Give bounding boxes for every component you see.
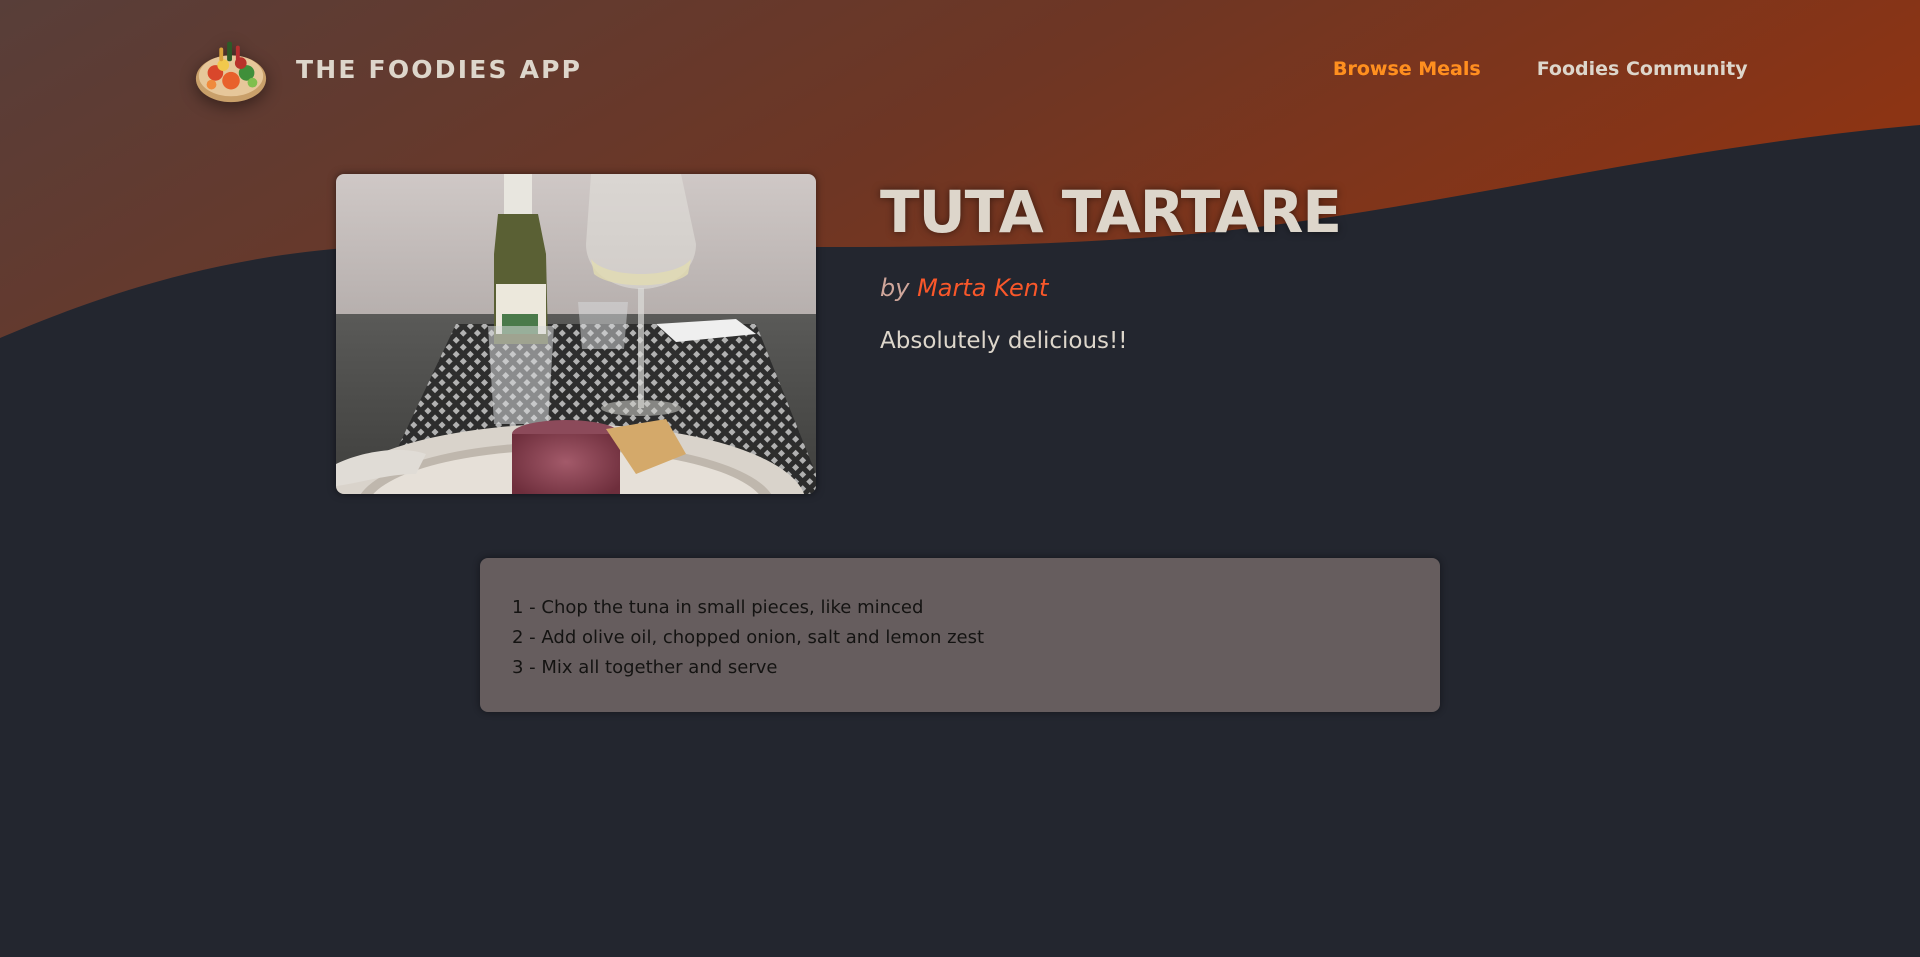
meal-instructions: 1 - Chop the tuna in small pieces, like …	[480, 558, 1440, 712]
instruction-step: 1 - Chop the tuna in small pieces, like …	[512, 597, 924, 618]
nav-link-browse-meals[interactable]: Browse Meals	[1333, 57, 1481, 81]
meal-image	[336, 174, 816, 494]
instruction-step: 2 - Add olive oil, chopped onion, salt a…	[512, 627, 985, 648]
meal-creator: by Marta Kent	[880, 274, 1048, 302]
nav-link-foodies-community[interactable]: Foodies Community	[1537, 57, 1748, 81]
instruction-step: 3 - Mix all together and serve	[512, 657, 778, 678]
meal-title: TUTA TARTARE	[880, 178, 1342, 246]
brand-name: THE FOODIES APP	[296, 54, 583, 84]
creator-email-link[interactable]: Marta Kent	[917, 274, 1048, 302]
main-header: THE FOODIES APP Browse Meals Foodies Com…	[0, 0, 1920, 140]
creator-prefix: by	[880, 274, 910, 302]
home-logo-link[interactable]: THE FOODIES APP	[192, 30, 582, 108]
meal-photo	[336, 174, 816, 494]
main-nav: Browse Meals Foodies Community	[1333, 57, 1748, 81]
meal-summary: Absolutely delicious!!	[880, 328, 1128, 354]
food-platter-icon	[195, 41, 267, 103]
